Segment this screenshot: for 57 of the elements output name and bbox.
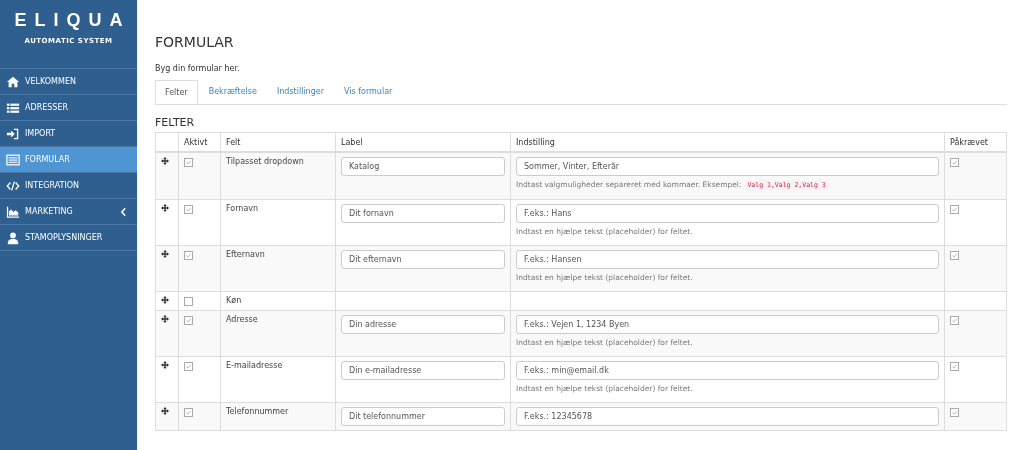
checkbox[interactable] bbox=[184, 297, 193, 306]
label-input[interactable]: Din e-mailadresse bbox=[341, 361, 505, 380]
drag-handle-icon[interactable] bbox=[161, 296, 169, 304]
checkbox[interactable] bbox=[184, 251, 193, 260]
setting-input[interactable]: Sommer, Vinter, Efterår bbox=[516, 157, 939, 176]
label-input[interactable]: Dit telefonnummer bbox=[341, 407, 505, 426]
label-input[interactable]: Dit fornavn bbox=[341, 204, 505, 223]
checkbox[interactable] bbox=[950, 362, 959, 371]
user-icon bbox=[6, 230, 20, 245]
checkbox[interactable] bbox=[950, 251, 959, 260]
setting-input[interactable]: F.eks.: min@email.dk bbox=[516, 361, 939, 380]
sidebar-item[interactable]: ADRESSER bbox=[0, 95, 137, 121]
sidebar-item[interactable]: VELKOMMEN bbox=[0, 69, 137, 95]
setting-input[interactable]: F.eks.: Hans bbox=[516, 204, 939, 223]
tab[interactable]: Indstillinger bbox=[267, 80, 333, 104]
label-input[interactable]: Din adresse bbox=[341, 315, 505, 334]
setting-input[interactable]: F.eks.: Hansen bbox=[516, 250, 939, 269]
checkbox[interactable] bbox=[184, 205, 193, 214]
table-cell: E-mailadresse bbox=[220, 356, 336, 403]
setting-input[interactable]: F.eks.: Vejen 1, 1234 Byen bbox=[516, 315, 939, 334]
sidebar-item[interactable]: STAMOPLYSNINGER bbox=[0, 225, 137, 251]
logo-text: ELIQUA bbox=[14, 10, 131, 31]
checkbox[interactable] bbox=[184, 316, 193, 325]
drag-handle-icon[interactable] bbox=[161, 407, 169, 415]
tab[interactable]: Felter bbox=[155, 80, 198, 104]
tab[interactable]: Bekræftelse bbox=[199, 80, 266, 104]
table-cell: Fornavn bbox=[220, 199, 336, 246]
label-input[interactable]: Katalog bbox=[341, 157, 505, 176]
checkbox[interactable] bbox=[950, 408, 959, 417]
table-cell: Adresse bbox=[220, 310, 336, 357]
checkbox[interactable] bbox=[950, 205, 959, 214]
table-cell: Køn bbox=[220, 291, 336, 311]
table-cell: Tilpasset dropdown bbox=[220, 152, 336, 200]
checkbox[interactable] bbox=[184, 158, 193, 167]
sidebar-item[interactable]: MARKETING bbox=[0, 199, 137, 225]
form-icon bbox=[6, 152, 20, 167]
home-icon bbox=[6, 74, 20, 89]
checkbox[interactable] bbox=[950, 316, 959, 325]
drag-handle-icon[interactable] bbox=[161, 204, 169, 212]
table-cell: Efternavn bbox=[220, 245, 336, 292]
sign-in-icon bbox=[6, 126, 20, 141]
setting-input[interactable]: F.eks.: 12345678 bbox=[516, 407, 939, 426]
section-title: FELTER bbox=[155, 116, 196, 129]
page-title: FORMULAR bbox=[155, 34, 235, 50]
checkbox[interactable] bbox=[184, 408, 193, 417]
drag-handle-icon[interactable] bbox=[161, 361, 169, 369]
checkbox[interactable] bbox=[950, 158, 959, 167]
tab[interactable]: Vis formular bbox=[334, 80, 402, 104]
area-chart-icon bbox=[6, 204, 20, 219]
label-input[interactable]: Dit efternavn bbox=[341, 250, 505, 269]
drag-handle-icon[interactable] bbox=[161, 315, 169, 323]
table-cell: Telefonnummer bbox=[220, 402, 336, 431]
drag-handle-icon[interactable] bbox=[161, 157, 169, 165]
intro-text: Byg din formular her. bbox=[155, 64, 241, 73]
sidebar-item[interactable]: INTEGRATION bbox=[0, 173, 137, 199]
checkbox[interactable] bbox=[184, 362, 193, 371]
drag-handle-icon[interactable] bbox=[161, 250, 169, 258]
